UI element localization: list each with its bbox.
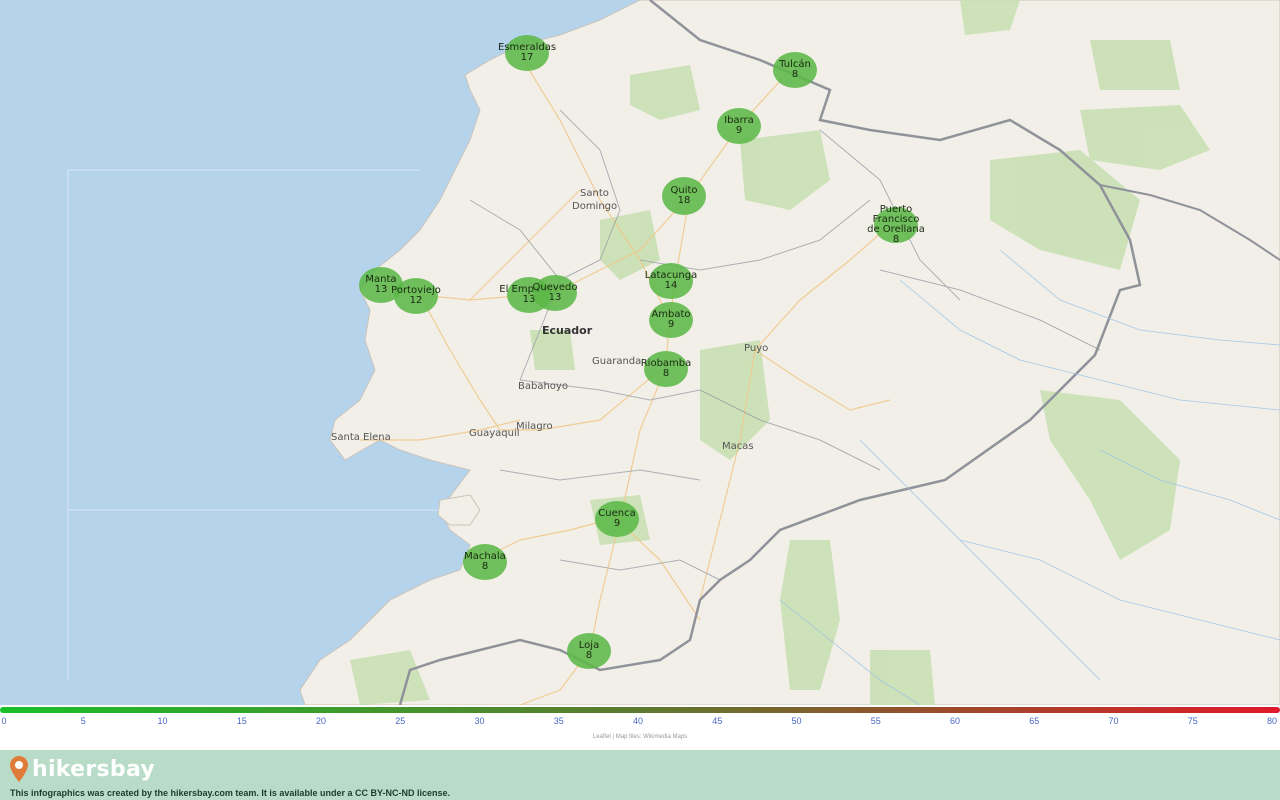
color-scale-bar <box>0 707 1280 713</box>
hikersbay-logo[interactable]: hikersbay <box>10 756 155 782</box>
scale-tick-label: 10 <box>157 716 168 726</box>
scale-tick-label: 15 <box>236 716 247 726</box>
city-marker-portoviejo[interactable]: Portoviejo 12 <box>391 278 441 314</box>
place-label: Guayaquil <box>469 428 520 439</box>
scale-tick-label: 65 <box>1029 716 1040 726</box>
scale-tick-label: 25 <box>395 716 406 726</box>
scale-tick-label: 30 <box>474 716 485 726</box>
city-marker-puerto-francisco[interactable]: Puerto Francisco de Orellana 8 <box>867 205 925 245</box>
scale-tick-label: 70 <box>1108 716 1119 726</box>
brand-name: hikersbay <box>32 756 156 782</box>
basemap <box>67 0 1280 705</box>
city-marker-latacunga[interactable]: Latacunga 14 <box>645 263 697 299</box>
scale-tick-label: 45 <box>712 716 723 726</box>
scale-tick-label: 55 <box>870 716 881 726</box>
city-marker-riobamba[interactable]: Riobamba 8 <box>641 351 691 387</box>
scale-tick-label: 50 <box>791 716 802 726</box>
city-marker-loja[interactable]: Loja 8 <box>567 633 611 669</box>
scale-tick-label: 80 <box>1266 716 1278 726</box>
city-marker-quito[interactable]: Quito 18 <box>662 177 706 215</box>
city-marker-ambato[interactable]: Ambato 9 <box>649 302 693 338</box>
license-text: This infographics was created by the hik… <box>10 788 450 798</box>
scale-tick-label: 40 <box>632 716 644 726</box>
place-label: Guaranda <box>592 356 642 367</box>
color-scale-ticks: 0 5 10 15 20 25 30 35 40 45 50 55 60 65 70 75 80 <box>0 716 1280 730</box>
scale-tick-label: 5 <box>80 716 86 726</box>
city-marker-esmeraldas[interactable]: Esmeraldas 17 <box>498 35 556 71</box>
country-label: Ecuador <box>542 324 593 337</box>
city-marker-cuenca[interactable]: Cuenca 9 <box>595 501 639 537</box>
place-label: Puyo <box>744 343 769 354</box>
city-marker-quevedo[interactable]: Quevedo 13 <box>533 275 577 311</box>
map-attribution[interactable]: Leaflet | Map tiles: Wikimedia Maps <box>0 734 1280 740</box>
city-marker-tulcan[interactable]: Tulcán 8 <box>773 52 817 88</box>
city-marker-ibarra[interactable]: Ibarra 9 <box>717 108 761 144</box>
place-label: Domingo <box>572 201 618 212</box>
map-area[interactable]: Santo Domingo Guaranda Babahoyo Milagro … <box>0 0 1280 705</box>
scale-tick-label: 60 <box>949 716 961 726</box>
scale-tick-label: 75 <box>1187 716 1198 726</box>
map-pin-icon <box>10 756 28 782</box>
place-label: Milagro <box>516 421 553 432</box>
place-label: Macas <box>722 441 754 452</box>
scale-tick-label: 0 <box>1 716 7 726</box>
scale-tick-label: 35 <box>553 716 564 726</box>
city-marker-machala[interactable]: Machala 8 <box>463 544 507 580</box>
scale-tick-label: 20 <box>315 716 327 726</box>
place-label: Santo <box>580 188 609 199</box>
place-label: Babahoyo <box>518 381 568 392</box>
place-label: Santa Elena <box>331 432 391 443</box>
